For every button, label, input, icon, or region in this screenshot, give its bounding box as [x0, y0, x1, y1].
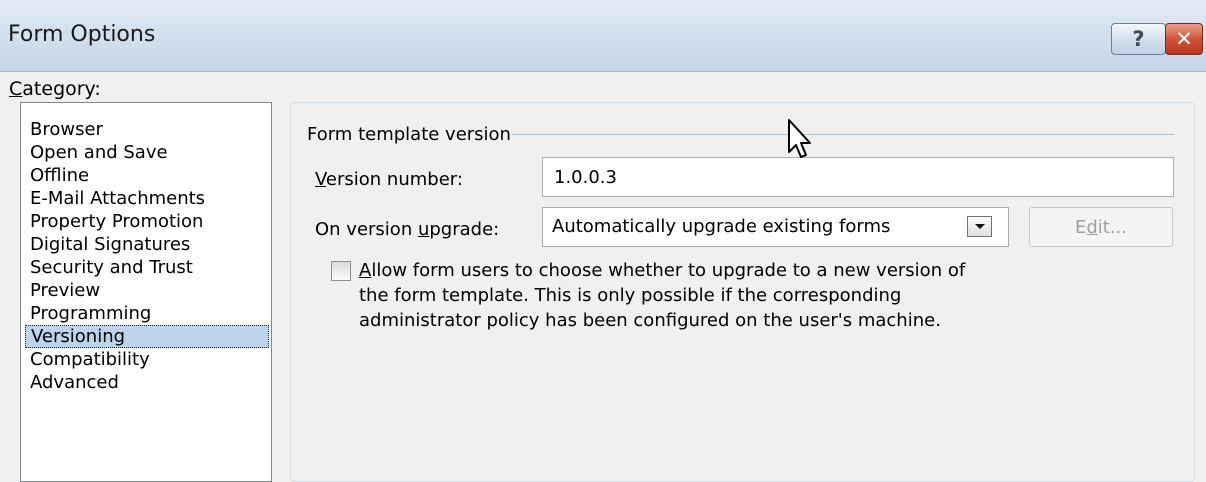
category-item-advanced[interactable]: Advanced: [25, 371, 269, 394]
version-number-label: Version number:: [315, 169, 463, 190]
version-upgrade-label: On version upgrade:: [315, 219, 500, 240]
category-label: Category:: [9, 78, 101, 100]
version-upgrade-select[interactable]: Automatically upgrade existing forms: [542, 207, 1009, 247]
group-divider: [512, 134, 1174, 136]
help-button[interactable]: ?: [1111, 23, 1166, 55]
edit-button[interactable]: Ed it...: [1029, 207, 1173, 247]
dropdown-button[interactable]: [967, 216, 992, 237]
version-upgrade-value: Automatically upgrade existing forms: [552, 216, 891, 237]
allow-upgrade-label: Allow form users to choose whether to up…: [359, 260, 966, 331]
group-title: Form template version: [307, 124, 511, 145]
category-item-e-mail-attachments[interactable]: E-Mail Attachments: [25, 187, 269, 210]
category-item-versioning[interactable]: Versioning: [25, 325, 269, 348]
category-item-compatibility[interactable]: Compatibility: [25, 348, 269, 371]
title-bar[interactable]: Form Options ? ✕: [0, 0, 1206, 72]
mouse-pointer-icon: [788, 119, 811, 158]
allow-upgrade-checkbox[interactable]: [331, 261, 351, 281]
category-item-programming[interactable]: Programming: [25, 302, 269, 325]
category-item-open-and-save[interactable]: Open and Save: [25, 141, 269, 164]
category-item-digital-signatures[interactable]: Digital Signatures: [25, 233, 269, 256]
help-icon: ?: [1132, 27, 1145, 51]
chevron-down-icon: [974, 223, 985, 229]
version-number-input[interactable]: [542, 157, 1174, 197]
category-item-offline[interactable]: Offline: [25, 164, 269, 187]
category-item-property-promotion[interactable]: Property Promotion: [25, 210, 269, 233]
close-button[interactable]: ✕: [1165, 23, 1203, 55]
category-item-browser[interactable]: Browser: [25, 118, 269, 141]
category-item-security-and-trust[interactable]: Security and Trust: [25, 256, 269, 279]
close-icon: ✕: [1175, 27, 1193, 51]
window-title: Form Options: [8, 22, 156, 47]
category-item-preview[interactable]: Preview: [25, 279, 269, 302]
category-list[interactable]: Browser Open and Save Offline E-Mail Attach…: [20, 102, 272, 482]
